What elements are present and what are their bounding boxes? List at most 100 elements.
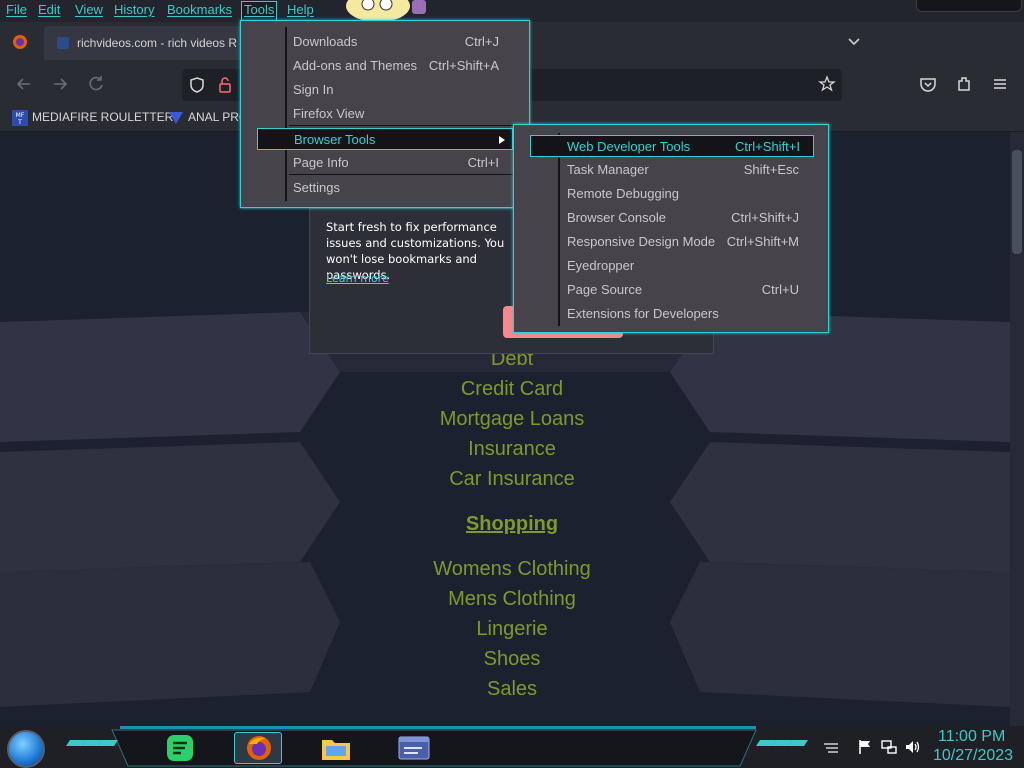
menu-item-settings[interactable]: Settings <box>293 177 499 199</box>
menu-view[interactable]: View <box>73 2 105 20</box>
link-car-insurance[interactable]: Car Insurance <box>0 468 1024 491</box>
network-icon[interactable] <box>880 738 898 756</box>
menu-item-shortcut: Ctrl+U <box>761 282 799 297</box>
menu-item-task-manager[interactable]: Task Manager Shift+Esc <box>567 159 799 181</box>
notes-app-icon <box>167 735 193 761</box>
folder-icon <box>322 740 350 760</box>
menu-item-downloads[interactable]: Downloads Ctrl+J <box>293 31 499 53</box>
shopping-heading[interactable]: Shopping <box>0 513 1024 536</box>
menu-item-responsive-design-mode[interactable]: Responsive Design Mode Ctrl+Shift+M <box>567 231 799 253</box>
svg-text:MF: MF <box>16 112 25 119</box>
link-mortgage-loans[interactable]: Mortgage Loans <box>0 408 1024 431</box>
menu-item-browser-console[interactable]: Browser Console Ctrl+Shift+J <box>567 207 799 229</box>
tab-active[interactable]: richvideos.com - rich videos R <box>44 26 244 60</box>
mediafire-icon: MF T <box>12 110 28 126</box>
menu-item-label: Responsive Design Mode <box>567 234 716 249</box>
menu-item-browser-tools[interactable]: Browser Tools <box>257 128 513 150</box>
forward-arrow-icon[interactable] <box>50 74 70 94</box>
menu-item-eyedropper[interactable]: Eyedropper <box>567 255 799 277</box>
menu-edit[interactable]: Edit <box>36 2 62 20</box>
menu-bookmarks[interactable]: Bookmarks <box>165 2 234 20</box>
menu-item-label: Page Source <box>567 282 643 297</box>
page-scrollbar[interactable] <box>1010 132 1024 726</box>
menu-gutter <box>558 133 560 326</box>
menu-item-label: Remote Debugging <box>567 186 680 201</box>
menu-file[interactable]: File <box>4 2 29 20</box>
clock-date[interactable]: 10/27/2023 <box>933 747 1013 765</box>
menu-item-firefox-view[interactable]: Firefox View <box>293 103 499 125</box>
menu-item-label: Browser Tools <box>294 132 376 147</box>
bookmark-item[interactable]: ANAL PRO <box>168 110 248 128</box>
menu-item-shortcut: Ctrl+Shift+A <box>428 58 499 73</box>
taskbar: 11:00 PM 10/27/2023 <box>0 726 1024 768</box>
menu-item-shortcut: Ctrl+J <box>464 34 499 49</box>
menu-item-web-developer-tools[interactable]: Web Developer Tools Ctrl+Shift+I <box>530 135 814 157</box>
menu-item-label: Settings <box>293 180 340 195</box>
menu-item-label: Extensions for Developers <box>567 306 719 321</box>
taskbar-app-file-explorer[interactable] <box>312 732 360 764</box>
firefox-icon[interactable] <box>12 34 28 50</box>
volume-icon[interactable] <box>904 738 922 756</box>
firefox-icon <box>247 736 271 760</box>
menu-item-label: Sign In <box>293 82 334 97</box>
menu-tools[interactable]: Tools <box>240 1 278 21</box>
menu-item-label: Task Manager <box>567 162 649 177</box>
menu-item-sign-in[interactable]: Sign In <box>293 79 499 101</box>
menu-item-label: Web Developer Tools <box>567 139 691 154</box>
scrollbar-thumb[interactable] <box>1012 150 1022 254</box>
extensions-icon[interactable] <box>954 74 974 94</box>
hamburger-menu-icon[interactable] <box>990 74 1010 94</box>
taskbar-app-notes[interactable] <box>156 732 204 764</box>
menu-item-shortcut: Ctrl+Shift+M <box>726 234 799 249</box>
menu-help[interactable]: Help <box>285 2 316 20</box>
flag-icon[interactable] <box>856 738 874 756</box>
menu-item-page-info[interactable]: Page Info Ctrl+I <box>293 152 499 174</box>
link-shoes[interactable]: Shoes <box>0 648 1024 671</box>
menu-separator <box>289 125 525 126</box>
bookmark-label: MEDIAFIRE ROULETTER <box>32 110 174 125</box>
menu-item-label: Eyedropper <box>567 258 635 273</box>
site-favicon-icon <box>57 37 69 49</box>
clock-time[interactable]: 11:00 PM <box>938 728 1005 746</box>
taskbar-overflow-icon[interactable] <box>822 738 840 756</box>
back-arrow-icon[interactable] <box>14 74 34 94</box>
menu-gutter <box>285 27 287 201</box>
insecure-lock-icon[interactable] <box>216 76 234 94</box>
menu-item-extensions-for-developers[interactable]: Extensions for Developers <box>567 303 799 325</box>
menu-bar: File Edit View History Bookmarks Tools H… <box>0 0 1024 22</box>
link-credit-card[interactable]: Credit Card <box>0 378 1024 401</box>
titlebar-character-art <box>346 0 426 22</box>
taskbar-app-firefox[interactable] <box>234 732 282 764</box>
link-mens-clothing[interactable]: Mens Clothing <box>0 588 1024 611</box>
bookmark-star-icon[interactable] <box>818 75 836 93</box>
menu-item-shortcut: Shift+Esc <box>743 162 799 177</box>
window-controls[interactable] <box>916 0 1022 12</box>
start-button[interactable] <box>7 730 45 768</box>
link-sales[interactable]: Sales <box>0 678 1024 701</box>
menu-item-addons-themes[interactable]: Add-ons and Themes Ctrl+Shift+A <box>293 55 499 77</box>
link-insurance[interactable]: Insurance <box>0 438 1024 461</box>
bookmark-site-icon <box>169 112 183 124</box>
chevron-down-icon[interactable] <box>846 34 862 50</box>
bookmark-item[interactable]: MF T MEDIAFIRE ROULETTER <box>12 110 173 128</box>
tab-title: richvideos.com - rich videos R <box>77 36 238 50</box>
learn-more-link[interactable]: Learn more <box>326 272 389 285</box>
svg-text:T: T <box>17 119 22 126</box>
menu-history[interactable]: History <box>112 2 156 20</box>
menu-item-shortcut: Ctrl+Shift+I <box>734 139 800 154</box>
link-lingerie[interactable]: Lingerie <box>0 618 1024 641</box>
tools-menu: Downloads Ctrl+J Add-ons and Themes Ctrl… <box>240 20 530 208</box>
menu-item-remote-debugging[interactable]: Remote Debugging <box>567 183 799 205</box>
submenu-arrow-icon <box>499 136 505 144</box>
pocket-icon[interactable] <box>918 74 938 94</box>
menu-item-label: Browser Console <box>567 210 666 225</box>
menu-item-shortcut: Ctrl+I <box>467 155 499 170</box>
taskbar-app-window[interactable] <box>390 732 438 764</box>
menu-item-label: Downloads <box>293 34 358 49</box>
menu-item-page-source[interactable]: Page Source Ctrl+U <box>567 279 799 301</box>
browser-tools-submenu: Web Developer Tools Ctrl+Shift+I Task Ma… <box>513 124 829 333</box>
shield-icon[interactable] <box>188 76 206 94</box>
link-womens-clothing[interactable]: Womens Clothing <box>0 558 1024 581</box>
menu-item-label: Firefox View <box>293 106 365 121</box>
reload-icon[interactable] <box>86 74 106 94</box>
